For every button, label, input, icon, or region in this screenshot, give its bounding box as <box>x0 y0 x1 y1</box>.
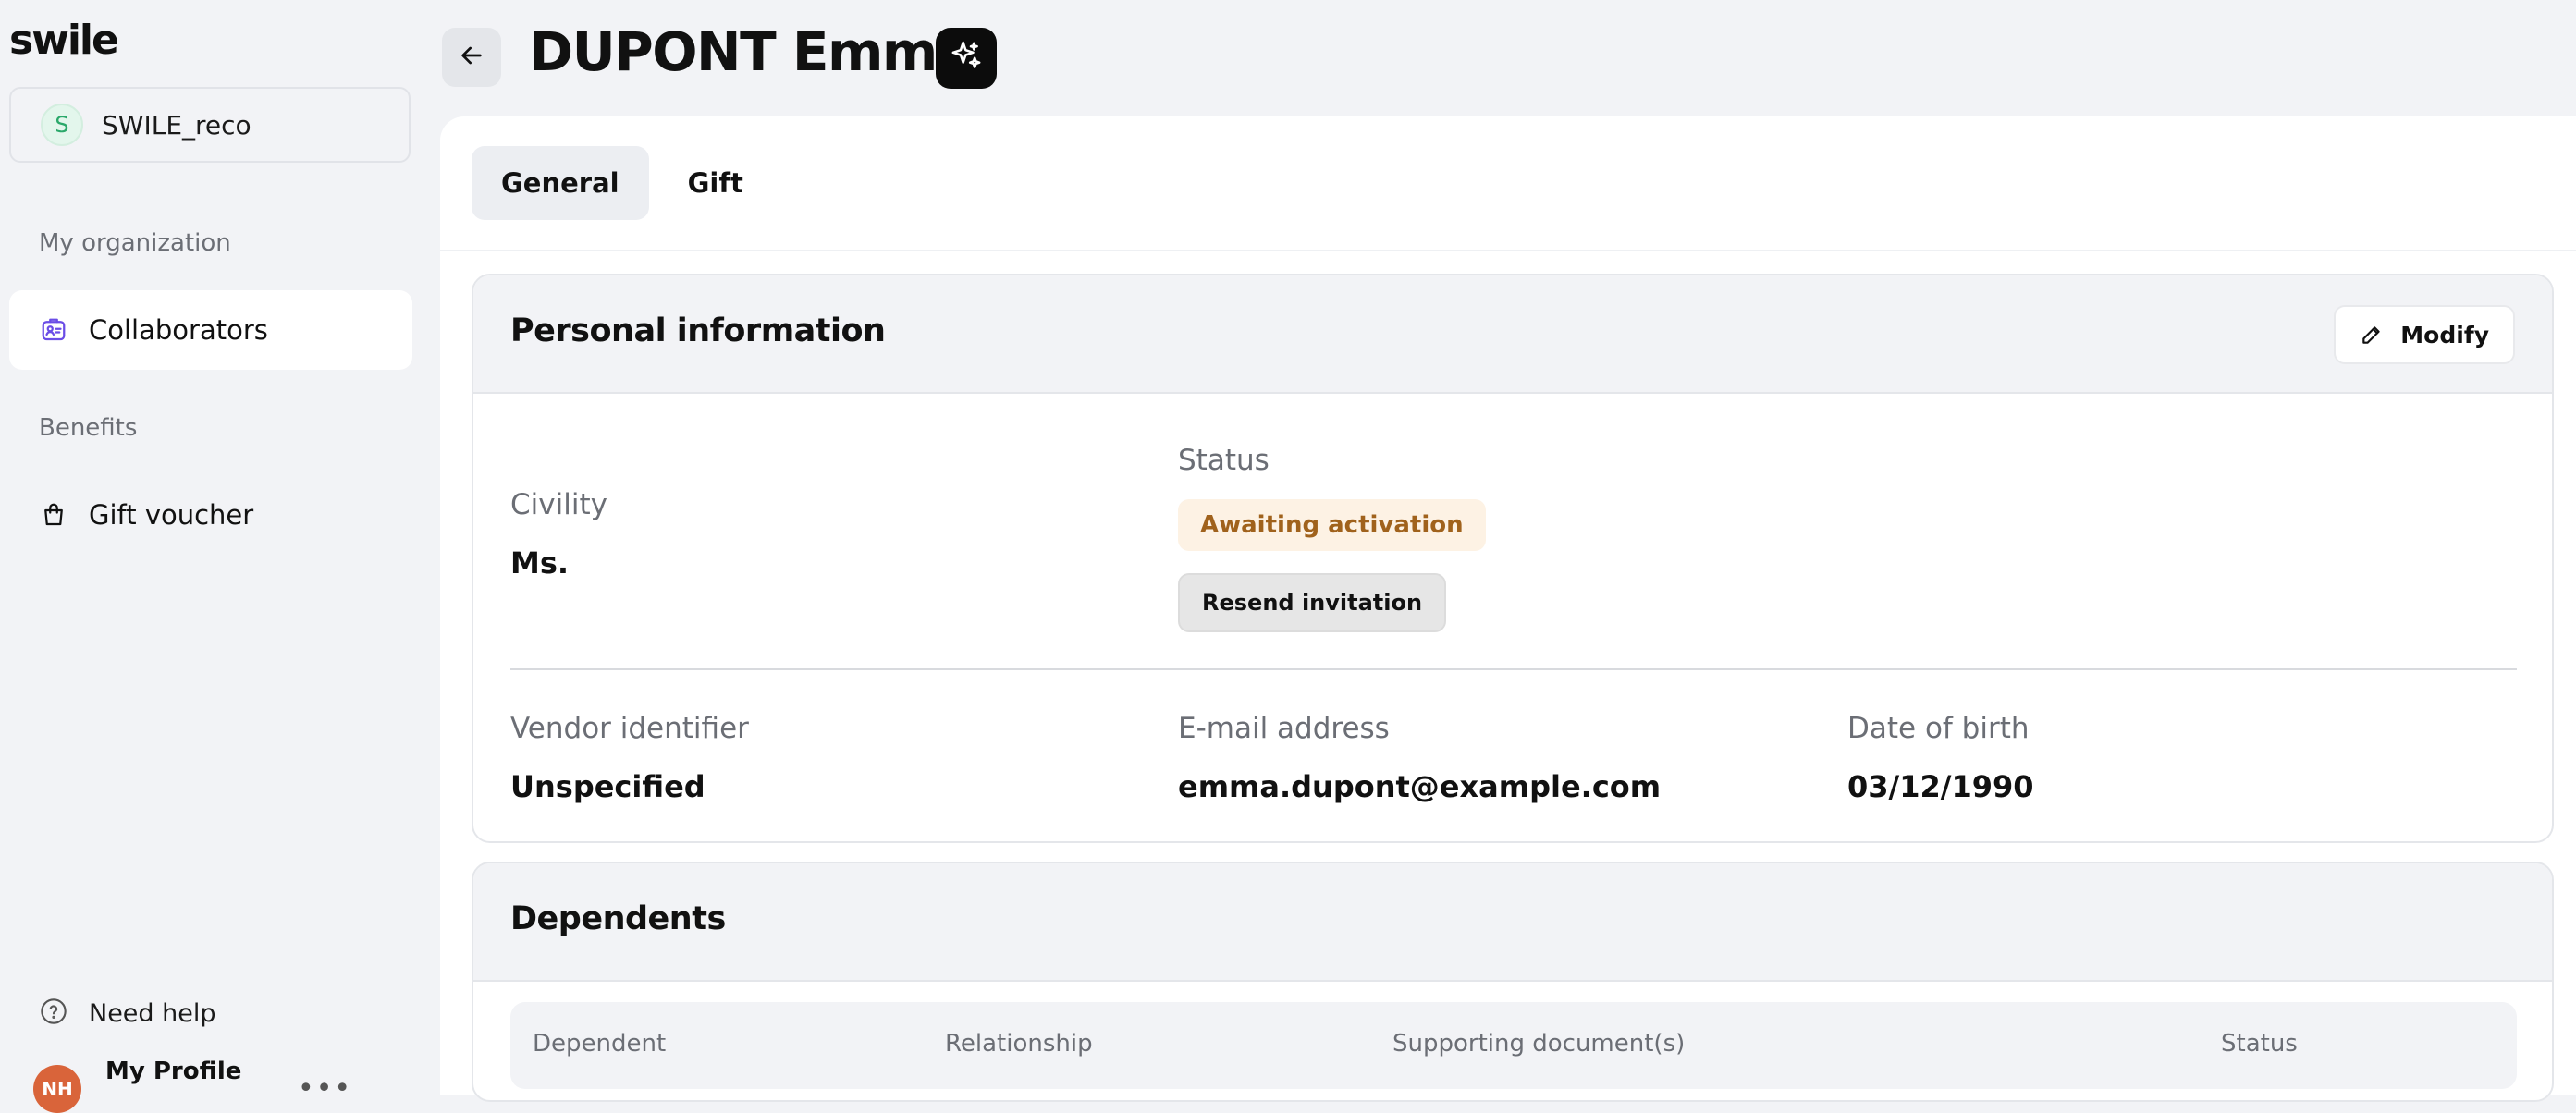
panel-header: Dependents <box>473 863 2552 982</box>
dependents-table-header: Dependent Relationship Supporting docume… <box>510 1002 2517 1089</box>
help-circle-icon <box>39 997 68 1030</box>
sidebar-item-collaborators[interactable]: Collaborators <box>9 290 412 370</box>
swile-logo[interactable]: swile <box>9 17 119 64</box>
profile-menu[interactable]: NH My Profile <box>33 1058 242 1113</box>
tab-gift[interactable]: Gift <box>658 146 773 220</box>
org-name: SWILE_reco <box>102 109 251 141</box>
page-title: DUPONT Emma <box>529 20 973 83</box>
arrow-left-icon <box>457 41 486 74</box>
vendor-identifier-value: Unspecified <box>510 769 705 804</box>
sidebar: swile S SWILE_reco My organization Colla… <box>0 0 440 1113</box>
panel-title: Dependents <box>510 900 726 937</box>
section-label-my-organization: My organization <box>39 229 231 257</box>
id-card-icon <box>37 313 70 347</box>
section-label-benefits: Benefits <box>39 414 138 442</box>
panel-title: Personal information <box>510 312 886 349</box>
more-options-icon[interactable]: ••• <box>298 1072 352 1105</box>
pencil-icon <box>2362 326 2380 344</box>
organization-switcher[interactable]: S SWILE_reco <box>9 87 411 163</box>
shopping-bag-icon <box>37 498 70 532</box>
column-header-relationship[interactable]: Relationship <box>945 1030 1093 1058</box>
civility-label: Civility <box>510 488 607 521</box>
civility-value: Ms. <box>510 545 570 581</box>
org-avatar: S <box>41 104 83 146</box>
sidebar-item-gift-voucher[interactable]: Gift voucher <box>9 475 412 555</box>
column-header-supporting-documents[interactable]: Supporting document(s) <box>1392 1030 1685 1058</box>
column-header-dependent[interactable]: Dependent <box>533 1030 666 1058</box>
column-header-status[interactable]: Status <box>2221 1030 2298 1058</box>
panel-header: Personal information Modify <box>473 275 2552 394</box>
tab-bar: General Gift <box>472 146 782 220</box>
back-button[interactable] <box>442 28 501 87</box>
sidebar-item-label: Gift voucher <box>89 499 254 531</box>
status-badge: Awaiting activation <box>1178 499 1486 551</box>
modify-button[interactable]: Modify <box>2334 305 2515 364</box>
email-label: E-mail address <box>1178 712 1390 745</box>
need-help-link[interactable]: Need help <box>39 997 216 1030</box>
tab-general[interactable]: General <box>472 146 649 220</box>
main-content: General Gift Personal information Modify… <box>440 116 2576 1102</box>
ai-assistant-button[interactable] <box>936 28 997 89</box>
resend-invitation-button[interactable]: Resend invitation <box>1178 573 1447 632</box>
email-value: emma.dupont@example.com <box>1178 769 1662 804</box>
sidebar-item-label: Collaborators <box>89 314 268 346</box>
date-of-birth-label: Date of birth <box>1847 712 2030 745</box>
profile-name: My Profile <box>105 1058 242 1085</box>
personal-information-panel: Personal information Modify <box>472 274 2554 843</box>
date-of-birth-value: 03/12/1990 <box>1847 769 2034 804</box>
tabs-divider <box>440 250 2576 251</box>
modify-label: Modify <box>2400 321 2489 349</box>
need-help-label: Need help <box>89 998 216 1028</box>
vendor-identifier-label: Vendor identifier <box>510 712 749 745</box>
sparkles-icon <box>948 38 985 79</box>
status-label: Status <box>1178 444 1270 477</box>
section-divider <box>510 668 2517 670</box>
avatar: NH <box>33 1065 81 1113</box>
